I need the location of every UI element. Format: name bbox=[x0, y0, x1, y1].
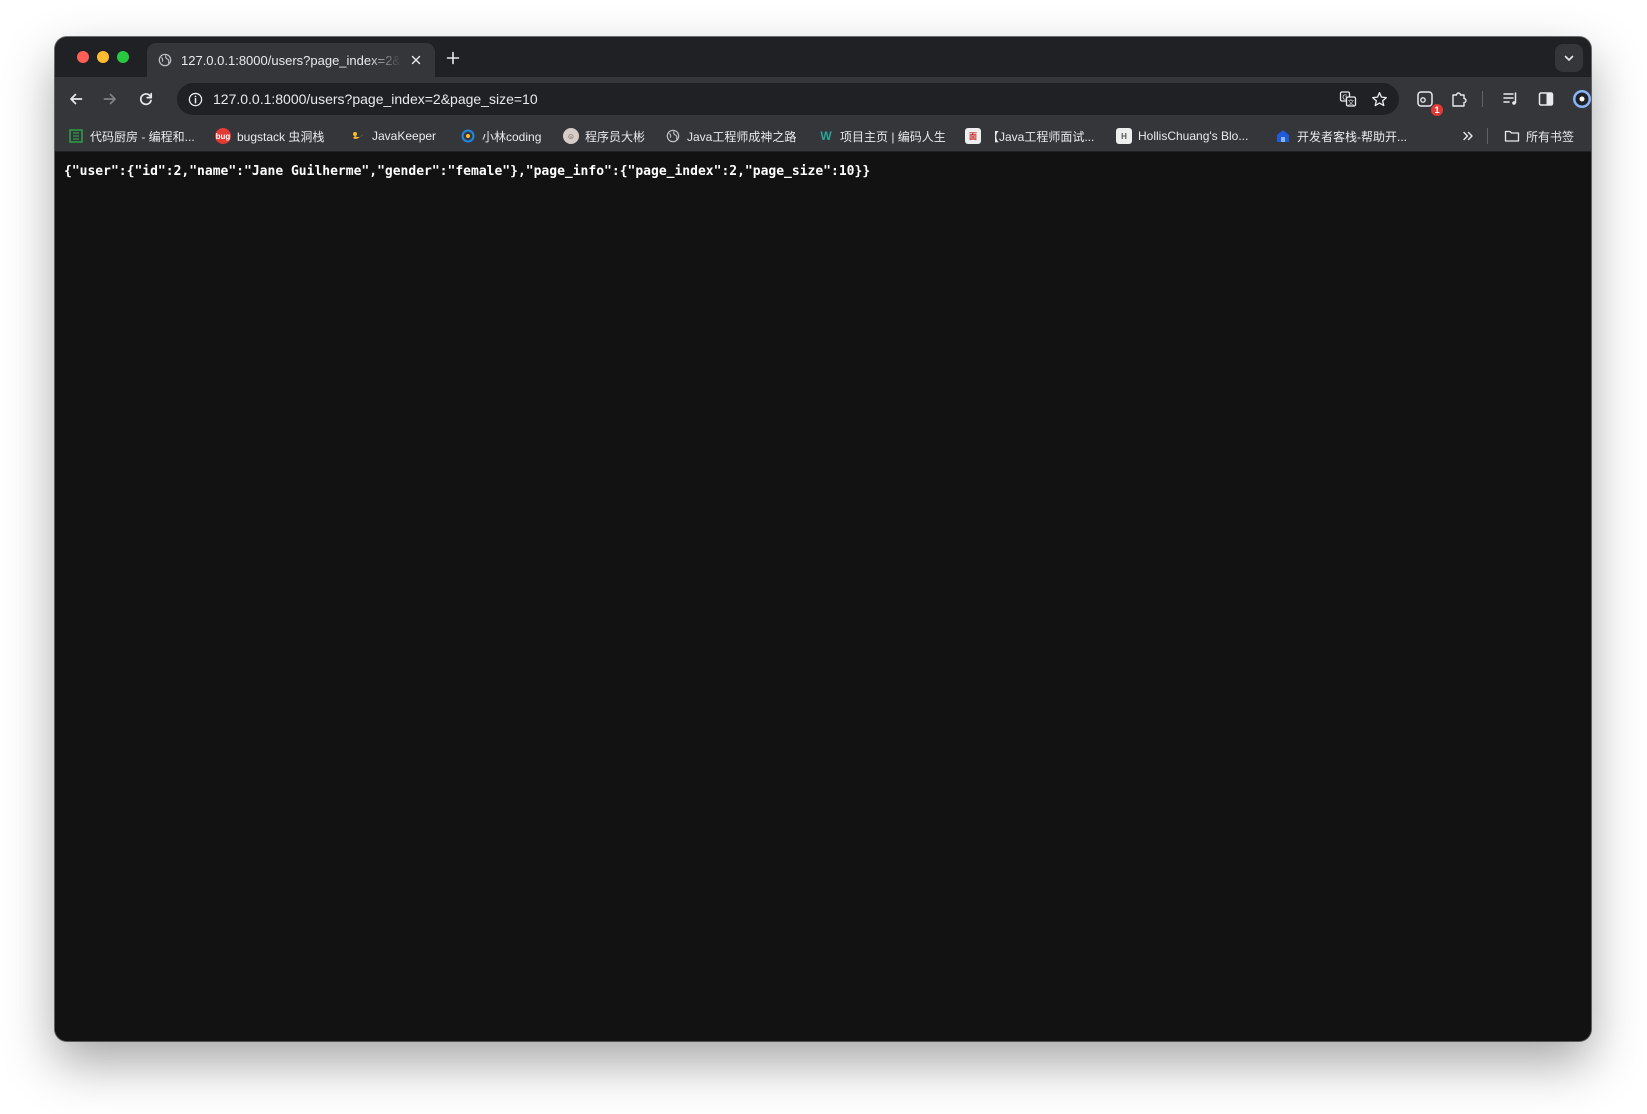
plus-icon bbox=[446, 51, 460, 65]
reload-button[interactable] bbox=[131, 84, 161, 114]
page-content: {"user":{"id":2,"name":"Jane Guilherme",… bbox=[55, 152, 1591, 1041]
bookmark-star-icon[interactable] bbox=[1368, 88, 1390, 110]
svg-text:文: 文 bbox=[1348, 97, 1355, 106]
new-tab-button[interactable] bbox=[441, 46, 465, 70]
arrow-left-icon bbox=[70, 93, 83, 105]
bookmark-item[interactable]: W 项目主页 | 编码人生 bbox=[818, 126, 945, 146]
tab-strip: 127.0.0.1:8000/users?page_index=2&page_s… bbox=[55, 37, 1591, 77]
more-bookmarks-button[interactable] bbox=[1461, 126, 1475, 146]
bookmarks-divider bbox=[1487, 128, 1488, 144]
developer-inn-icon bbox=[1275, 128, 1291, 144]
url-text: 127.0.0.1:8000/users?page_index=2&page_s… bbox=[213, 91, 538, 107]
bookmarks-bar: 代码厨房 - 编程和... bug bugstack 虫洞栈 JavaKeepe… bbox=[55, 121, 1591, 152]
dabin-icon: ☺ bbox=[563, 128, 579, 144]
chevron-down-icon bbox=[1564, 55, 1574, 61]
javakeeper-icon bbox=[350, 128, 366, 144]
tab-title: 127.0.0.1:8000/users?page_index=2&page_s… bbox=[181, 52, 401, 68]
close-tab-icon[interactable] bbox=[407, 51, 425, 69]
double-chevron-right-icon bbox=[1463, 131, 1473, 141]
profile-avatar-icon bbox=[1573, 90, 1591, 108]
reload-icon bbox=[139, 92, 153, 106]
toolbar: 127.0.0.1:8000/users?page_index=2&page_s… bbox=[55, 77, 1591, 121]
extension-button[interactable]: 1 bbox=[1410, 84, 1443, 116]
close-window-button[interactable] bbox=[77, 51, 89, 63]
toolbar-divider bbox=[1482, 91, 1483, 107]
interview-icon: 面 bbox=[965, 128, 981, 144]
maximize-window-button[interactable] bbox=[117, 51, 129, 63]
arrow-right-icon bbox=[103, 93, 116, 105]
project-icon: W bbox=[820, 129, 832, 143]
bookmark-item[interactable]: 面 【Java工程师面试... bbox=[965, 126, 1094, 146]
extensions-button[interactable] bbox=[1444, 84, 1474, 114]
bookmark-item[interactable]: JavaKeeper bbox=[350, 126, 436, 146]
extension-badge: 1 bbox=[1431, 104, 1443, 116]
site-info-icon[interactable] bbox=[185, 89, 205, 109]
bookmark-item[interactable]: ☺ 程序员大彬 bbox=[563, 126, 645, 146]
bookmark-item[interactable]: Java工程师成神之路 bbox=[665, 126, 796, 146]
profile-button[interactable] bbox=[1567, 84, 1591, 114]
back-button[interactable] bbox=[61, 84, 91, 114]
puzzle-icon bbox=[1452, 92, 1467, 107]
hollis-icon: H bbox=[1116, 128, 1132, 144]
globe-icon bbox=[665, 128, 681, 144]
all-bookmarks-button[interactable]: 所有书签 bbox=[1504, 126, 1574, 146]
queue-music-icon bbox=[1503, 92, 1517, 105]
globe-icon bbox=[157, 52, 173, 68]
address-bar[interactable]: 127.0.0.1:8000/users?page_index=2&page_s… bbox=[177, 83, 1399, 115]
media-controls-button[interactable] bbox=[1496, 84, 1526, 114]
json-response-text: {"user":{"id":2,"name":"Jane Guilherme",… bbox=[64, 164, 871, 179]
code-kitchen-icon bbox=[68, 128, 84, 144]
bookmark-item[interactable]: 开发者客栈-帮助开... bbox=[1275, 126, 1407, 146]
bugstack-icon: bug bbox=[215, 128, 231, 144]
bookmark-item[interactable]: bug bugstack 虫洞栈 bbox=[215, 126, 324, 146]
tab-search-button[interactable] bbox=[1555, 44, 1583, 72]
translate-icon[interactable]: G 文 bbox=[1337, 88, 1359, 110]
folder-icon bbox=[1504, 128, 1520, 144]
xiaolin-icon bbox=[460, 128, 476, 144]
forward-button[interactable] bbox=[95, 84, 125, 114]
side-panel-icon bbox=[1538, 92, 1554, 106]
minimize-window-button[interactable] bbox=[97, 51, 109, 63]
bookmark-item[interactable]: 小林coding bbox=[460, 126, 541, 146]
bookmark-item[interactable]: 代码厨房 - 编程和... bbox=[68, 126, 195, 146]
side-panel-button[interactable] bbox=[1531, 84, 1561, 114]
bookmark-item[interactable]: H HollisChuang's Blo... bbox=[1116, 126, 1248, 146]
active-tab[interactable]: 127.0.0.1:8000/users?page_index=2&page_s… bbox=[147, 43, 435, 77]
browser-window: 127.0.0.1:8000/users?page_index=2&page_s… bbox=[55, 37, 1591, 1041]
